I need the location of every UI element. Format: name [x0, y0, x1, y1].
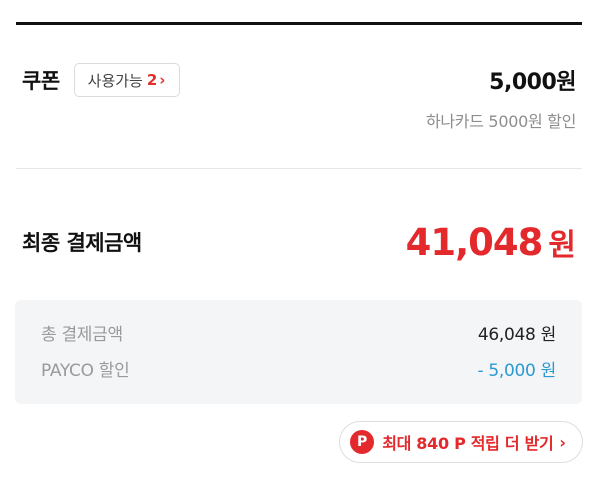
coupon-amount: 5,000원 [489, 70, 576, 95]
chevron-right-icon: › [159, 71, 166, 89]
section-top-rule [16, 22, 582, 25]
final-amount-unit: 원 [548, 228, 576, 263]
final-amount: 41,048 원 [406, 220, 576, 264]
coupon-available-count: 2 [146, 71, 158, 89]
coupon-available-button[interactable]: 사용가능 2 › [73, 63, 181, 97]
coupon-row: 쿠폰 사용가능 2 › 5,000원 [22, 62, 576, 98]
section-divider [16, 168, 582, 169]
coupon-title: 쿠폰 [22, 69, 60, 93]
payco-point-icon: P [350, 430, 375, 454]
coupon-available-label: 사용가능 [87, 71, 143, 90]
summary-row-total: 총 결제금액 46,048 원 [41, 320, 556, 345]
point-reward-text: 최대 840 P 적립 더 받기 [382, 434, 554, 453]
summary-value: 46,048 원 [477, 325, 556, 345]
summary-label: PAYCO 할인 [41, 361, 130, 381]
final-amount-label: 최종 결제금액 [22, 231, 142, 255]
payment-summary-box: 총 결제금액 46,048 원 PAYCO 할인 - 5,000 원 [15, 300, 582, 404]
coupon-note: 하나카드 5000원 할인 [425, 112, 576, 131]
point-reward-button[interactable]: P 최대 840 P 적립 더 받기 › [339, 421, 583, 463]
final-amount-row: 최종 결제금액 41,048 원 [22, 218, 576, 266]
summary-row-discount: PAYCO 할인 - 5,000 원 [41, 356, 556, 381]
final-amount-value: 41,048 [405, 221, 544, 264]
summary-discount-value: - 5,000 원 [477, 361, 556, 381]
summary-label: 총 결제금액 [41, 325, 123, 345]
chevron-right-icon: › [559, 432, 566, 452]
